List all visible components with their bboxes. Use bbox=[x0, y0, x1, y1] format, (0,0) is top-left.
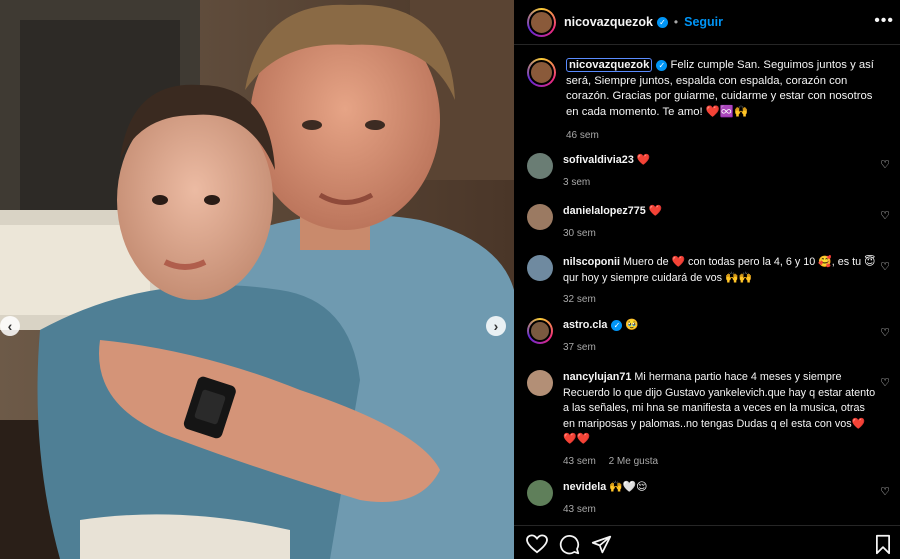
comment-item: nilscoponii Muero de ❤️ con todas pero l… bbox=[527, 255, 890, 308]
commenter-avatar[interactable] bbox=[527, 480, 553, 506]
commenter-avatar[interactable] bbox=[527, 255, 553, 281]
comment-text: 🙌🤍😌 bbox=[609, 481, 648, 493]
chevron-right-icon[interactable]: › bbox=[486, 316, 506, 336]
action-bar bbox=[514, 525, 900, 559]
caption-username[interactable]: nicovazquezok bbox=[566, 58, 653, 72]
author-username[interactable]: nicovazquezok bbox=[564, 15, 653, 29]
heart-icon[interactable] bbox=[526, 534, 548, 554]
heart-icon[interactable]: ♡ bbox=[880, 376, 890, 389]
comment-username[interactable]: astro.cla bbox=[563, 319, 607, 331]
post-caption: nicovazquezok ✓ Feliz cumple San. Seguimo… bbox=[527, 58, 890, 144]
comment-item: nancylujan71 Mi hermana partio hace 4 me… bbox=[527, 370, 890, 469]
comment-item: sofivaldivia23 ❤️ 3 sem ♡ bbox=[527, 153, 890, 190]
heart-icon[interactable]: ♡ bbox=[880, 326, 890, 339]
comment-time: 3 sem bbox=[563, 176, 591, 188]
comment-time: 43 sem bbox=[563, 455, 596, 467]
post-side-panel: nicovazquezok ✓ • Seguir ••• nicovazquez… bbox=[514, 0, 900, 559]
comment-likes[interactable]: 2 Me gusta bbox=[609, 456, 658, 467]
comment-username[interactable]: danielalopez775 bbox=[563, 205, 646, 217]
heart-icon[interactable]: ♡ bbox=[880, 485, 890, 498]
comment-icon[interactable] bbox=[559, 534, 580, 555]
comment-text: ❤️ bbox=[636, 154, 651, 166]
post-header: nicovazquezok ✓ • Seguir ••• bbox=[514, 0, 900, 45]
commenter-avatar[interactable] bbox=[527, 370, 553, 396]
comment-username[interactable]: nevidela bbox=[563, 481, 606, 493]
verified-icon: ✓ bbox=[656, 59, 668, 71]
send-icon[interactable] bbox=[591, 534, 612, 555]
comment-username[interactable]: nancylujan71 bbox=[563, 371, 631, 383]
caption-avatar[interactable] bbox=[527, 58, 556, 87]
verified-icon: ✓ bbox=[611, 319, 623, 331]
photo-image bbox=[0, 0, 514, 559]
comment-item: astro.cla ✓ 🥹 37 sem ♡ bbox=[527, 318, 890, 355]
more-options-icon[interactable]: ••• bbox=[874, 12, 894, 30]
separator-dot: • bbox=[673, 15, 679, 29]
comment-item: danielalopez775 ❤️ 30 sem ♡ bbox=[527, 204, 890, 241]
comment-time: 43 sem bbox=[563, 503, 596, 515]
comment-text: 🥹 bbox=[625, 319, 639, 331]
commenter-avatar[interactable] bbox=[527, 204, 553, 230]
comment-time: 32 sem bbox=[563, 294, 596, 305]
heart-icon[interactable]: ♡ bbox=[880, 260, 890, 273]
heart-icon[interactable]: ♡ bbox=[880, 209, 890, 222]
comment-time: 30 sem bbox=[563, 227, 596, 239]
bookmark-icon[interactable] bbox=[874, 534, 892, 555]
post-photo[interactable]: ‹ › bbox=[0, 0, 514, 559]
chevron-left-icon[interactable]: ‹ bbox=[0, 316, 20, 336]
heart-icon[interactable]: ♡ bbox=[880, 158, 890, 171]
comment-time: 37 sem bbox=[563, 341, 596, 353]
caption-time: 46 sem bbox=[566, 130, 599, 141]
author-avatar[interactable] bbox=[527, 7, 556, 37]
commenter-avatar[interactable] bbox=[527, 153, 553, 179]
comment-username[interactable]: sofivaldivia23 bbox=[563, 154, 634, 166]
verified-icon: ✓ bbox=[656, 16, 668, 28]
comment-item: nevidela 🙌🤍😌 43 sem ♡ bbox=[527, 480, 890, 517]
follow-button[interactable]: Seguir bbox=[684, 15, 723, 29]
commenter-avatar[interactable] bbox=[527, 318, 553, 344]
comment-text: ❤️ bbox=[648, 205, 663, 217]
comment-username[interactable]: nilscoponii bbox=[563, 256, 620, 268]
